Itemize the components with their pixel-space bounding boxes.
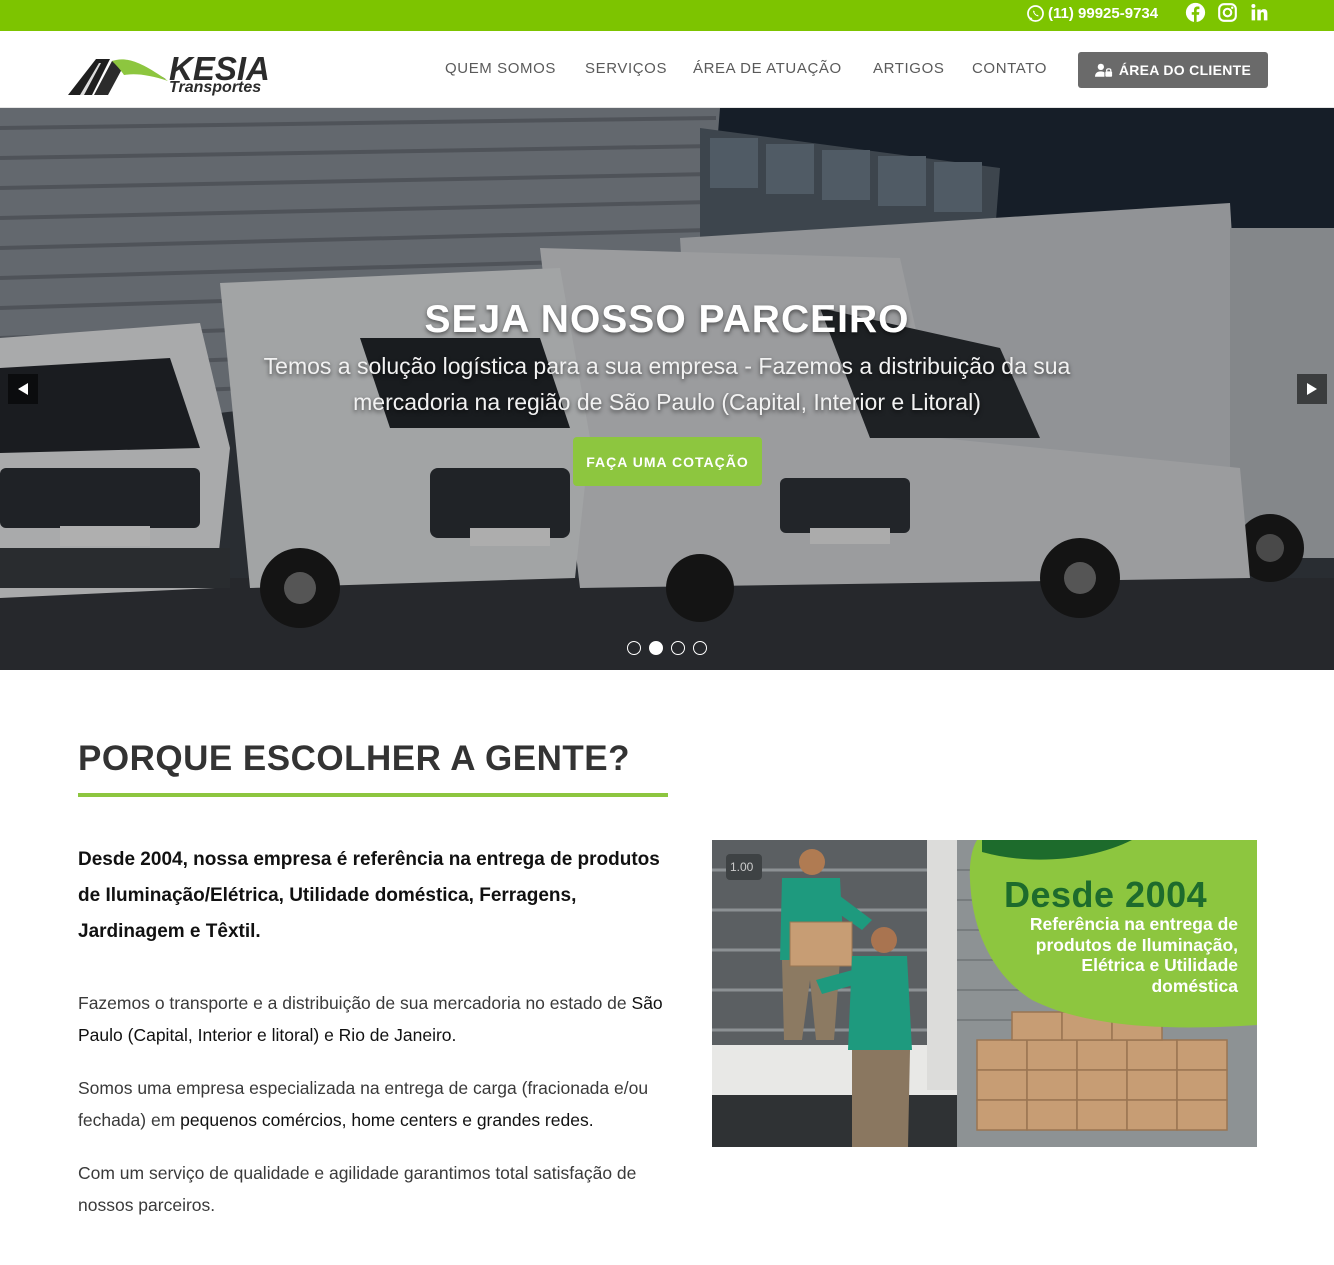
whatsapp-icon [1027, 4, 1044, 22]
client-area-button[interactable]: ÁREA DO CLIENTE [1078, 52, 1268, 88]
facebook-link[interactable] [1184, 1, 1206, 23]
paragraph-transport: Fazemos o transporte e a distribuição de… [78, 987, 678, 1051]
slider-dot-1[interactable] [627, 641, 641, 655]
paragraph-transport-text: Fazemos o transporte e a distribuição de… [78, 993, 632, 1013]
road-logo-icon [68, 59, 168, 95]
client-area-label: ÁREA DO CLIENTE [1118, 62, 1252, 78]
top-bar: (11) 99925-9734 [0, 0, 1334, 31]
caret-right-icon [1307, 383, 1317, 395]
hero-slider: SEJA NOSSO PARCEIRO Temos a solução logí… [0, 108, 1334, 670]
paragraph-specialized: Somos uma empresa especializada na entre… [78, 1072, 678, 1136]
phone-number: (11) 99925-9734 [1048, 4, 1159, 22]
nav-servicos[interactable]: SERVIÇOS [585, 60, 667, 80]
site-header: KESIA Transportes QUEM SOMOS SERVIÇOS ÁR… [0, 31, 1334, 108]
slider-prev-button[interactable] [8, 374, 38, 404]
promo-year: Desde 2004 [1004, 874, 1208, 915]
caret-left-icon [18, 383, 28, 395]
logo[interactable]: KESIA Transportes [66, 51, 276, 99]
nav-quem-somos[interactable]: QUEM SOMOS [445, 60, 556, 80]
linkedin-icon [1250, 3, 1267, 20]
paragraph-specialized-clients: pequenos comércios, home centers e grand… [180, 1110, 594, 1130]
quote-button[interactable]: FAÇA UMA COTAÇÃO [573, 437, 762, 486]
slider-next-button[interactable] [1297, 374, 1327, 404]
promo-image: 1.00 Desde 2004 Referência na entrega de [712, 840, 1257, 1147]
nav-contato[interactable]: CONTATO [972, 60, 1047, 80]
promo-tagline: Referência na entrega de produtos de Ilu… [1029, 914, 1238, 996]
promo-sign-text: 1.00 [730, 860, 754, 874]
slider-dot-3[interactable] [671, 641, 685, 655]
user-lock-icon [1094, 63, 1112, 77]
section-divider [78, 793, 668, 797]
hero-title: SEJA NOSSO PARCEIRO [424, 298, 910, 341]
nav-artigos[interactable]: ARTIGOS [873, 60, 944, 80]
paragraph-quality: Com um serviço de qualidade e agilidade … [78, 1163, 637, 1215]
instagram-icon [1217, 2, 1237, 22]
phone-link[interactable]: (11) 99925-9734 [1026, 3, 1158, 23]
slider-dots [627, 641, 707, 655]
slider-dot-4[interactable] [693, 641, 707, 655]
nav-area-de-atuacao[interactable]: ÁREA DE ATUAÇÃO [693, 60, 842, 80]
hero-subtitle: Temos a solução logística para a sua emp… [263, 353, 1071, 415]
instagram-link[interactable] [1216, 1, 1238, 23]
facebook-icon [1185, 2, 1205, 22]
slider-dot-2[interactable] [649, 641, 663, 655]
logo-subtitle: Transportes [169, 79, 262, 96]
section-lead: Desde 2004, nossa empresa é referência n… [78, 849, 660, 942]
section-title: PORQUE ESCOLHER A GENTE? [78, 739, 630, 778]
linkedin-link[interactable] [1248, 1, 1270, 23]
